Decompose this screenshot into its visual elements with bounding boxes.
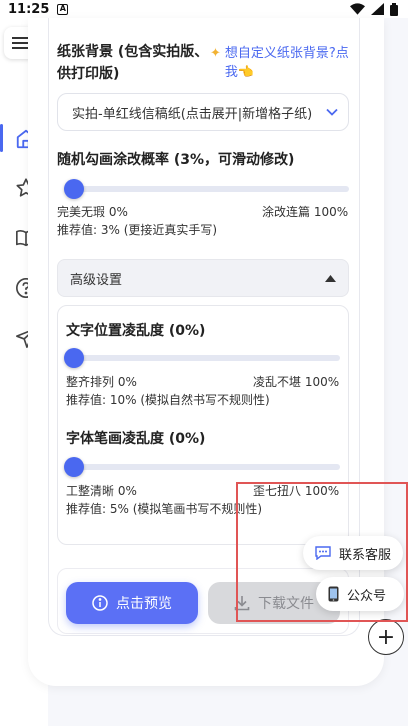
paper-background-label: 纸张背景 (包含实拍版、供打印版) bbox=[57, 44, 209, 82]
text-position-slider-thumb[interactable] bbox=[64, 348, 84, 368]
contact-service-label: 联系客服 bbox=[339, 547, 392, 563]
info-icon bbox=[92, 595, 108, 611]
contact-service-chip[interactable]: 联系客服 bbox=[303, 536, 403, 570]
text-position-max-label: 凌乱不堪 100% bbox=[253, 375, 340, 389]
pointing-hand-icon: 👈 bbox=[237, 65, 255, 80]
clock: 11:25 bbox=[8, 1, 50, 17]
hamburger-icon bbox=[12, 37, 28, 49]
floating-add-button[interactable]: + bbox=[368, 619, 404, 655]
scribble-recommend: 推荐值: 3% (更接近真实手写) bbox=[57, 223, 218, 237]
status-bar: 11:25 A bbox=[0, 0, 408, 18]
advanced-settings-toggle[interactable]: 高级设置 bbox=[57, 259, 349, 297]
battery-icon bbox=[390, 2, 398, 16]
collapse-up-icon bbox=[325, 274, 336, 282]
download-button-label: 下载文件 bbox=[258, 596, 314, 612]
text-position-label: 文字位置凌乱度 (0%) bbox=[66, 323, 206, 339]
advanced-settings-title: 高级设置 bbox=[70, 272, 123, 288]
official-account-chip[interactable]: 公众号 bbox=[316, 577, 404, 611]
sim-card-icon: A bbox=[57, 3, 69, 15]
phone-icon bbox=[328, 586, 339, 602]
stroke-recommend: 推荐值: 5% (模拟笔画书写不规则性) bbox=[66, 502, 263, 516]
paper-select[interactable]: 实拍-单红线信稿纸(点击展开|新增格子纸) bbox=[57, 93, 349, 131]
chat-icon bbox=[315, 546, 331, 560]
scribble-label: 随机勾画涂改概率 (3%，可滑动修改) bbox=[57, 152, 295, 168]
text-position-min-label: 整齐排列 0% bbox=[66, 375, 137, 389]
scribble-slider-track[interactable] bbox=[65, 186, 349, 192]
plus-icon: + bbox=[376, 624, 396, 650]
text-position-slider-track[interactable] bbox=[74, 355, 340, 361]
stroke-label: 字体笔画凌乱度 (0%) bbox=[66, 431, 206, 447]
stroke-min-label: 工整清晰 0% bbox=[66, 484, 137, 498]
official-account-label: 公众号 bbox=[347, 588, 387, 604]
download-icon bbox=[234, 596, 250, 611]
scribble-min-label: 完美无瑕 0% bbox=[57, 205, 128, 219]
stroke-max-label: 歪七扭八 100% bbox=[253, 484, 340, 498]
scribble-max-label: 涂改连篇 100% bbox=[262, 205, 349, 219]
sparkle-icon: ✦ bbox=[210, 46, 221, 61]
custom-paper-link[interactable]: ✦ 想自定义纸张背景?点我👈 bbox=[210, 44, 350, 82]
preview-button[interactable]: 点击预览 bbox=[66, 582, 198, 624]
sidebar-active-indicator bbox=[0, 124, 3, 152]
stroke-slider-track[interactable] bbox=[74, 464, 340, 470]
scribble-slider-thumb[interactable] bbox=[64, 179, 84, 199]
chevron-down-icon bbox=[326, 108, 338, 116]
text-position-recommend: 推荐值: 10% (模拟自然书写不规则性) bbox=[66, 393, 270, 407]
signal-icon bbox=[371, 3, 384, 15]
paper-select-value: 实拍-单红线信稿纸(点击展开|新增格子纸) bbox=[72, 106, 313, 122]
wifi-icon bbox=[350, 3, 365, 15]
stroke-slider-thumb[interactable] bbox=[64, 457, 84, 477]
preview-button-label: 点击预览 bbox=[116, 596, 172, 612]
